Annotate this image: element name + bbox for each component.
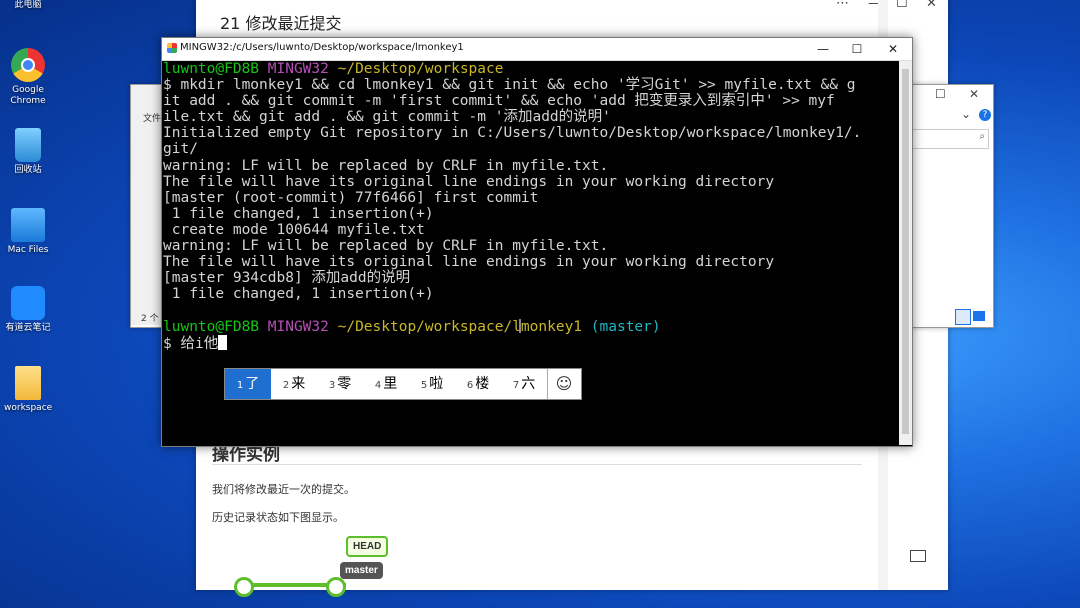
- desktop-icon-mac-files[interactable]: Mac Files: [4, 208, 52, 256]
- desktop-icon-label: workspace: [4, 403, 53, 413]
- desktop-icon-chrome[interactable]: Google Chrome: [4, 48, 52, 107]
- terminal-line: 1 file changed, 1 insertion(+): [163, 286, 434, 303]
- terminal-line: The file will have its original line end…: [163, 254, 775, 271]
- prompt-user: luwnto@FD8B: [163, 318, 260, 335]
- ime-candidate-1[interactable]: 1了: [225, 369, 271, 399]
- page-title: 21 修改最近提交: [220, 14, 342, 33]
- ime-candidate-3[interactable]: 3零: [317, 369, 363, 399]
- text-cursor: [218, 334, 228, 350]
- more-icon[interactable]: ⋯: [836, 0, 849, 11]
- paragraph: 我们将修改最近一次的提交。: [212, 483, 355, 496]
- ime-candidate-5[interactable]: 5啦: [409, 369, 455, 399]
- desktop-icon-label: 回收站: [14, 165, 42, 175]
- prompt-env: MINGW32: [267, 61, 329, 77]
- close-icon[interactable]: ✕: [926, 0, 937, 11]
- desktop-icon-youdao-note[interactable]: 有道云笔记: [4, 286, 52, 334]
- prompt-env: MINGW32: [267, 318, 329, 335]
- chrome-icon: [11, 48, 45, 82]
- search-icon: ⌕: [979, 131, 985, 142]
- prompt-path: ~/Desktop/workspace/lmonkey1: [337, 318, 583, 335]
- desktop-icon-label: 有道云笔记: [5, 323, 51, 333]
- folder-icon: [11, 208, 45, 242]
- terminal-line: warning: LF will be replaced by CRLF in …: [163, 238, 609, 255]
- mouse-ibeam-cursor: [519, 319, 521, 333]
- terminal-line: ile.txt && git add . && git commit -m '添…: [163, 109, 611, 126]
- maximize-icon[interactable]: ☐: [935, 87, 946, 101]
- folder-icon: [15, 366, 41, 400]
- master-badge: master: [340, 562, 383, 579]
- terminal-line: 1 file changed, 1 insertion(+): [163, 205, 434, 222]
- desktop-icon-recycle-bin[interactable]: 回收站: [4, 128, 52, 176]
- divider: [212, 464, 862, 465]
- head-badge: HEAD: [346, 536, 389, 557]
- paragraph: 历史记录状态如下图显示。: [212, 511, 344, 524]
- prompt-path: ~/Desktop/workspace: [337, 61, 504, 77]
- explorer-menu-file[interactable]: 文件: [143, 111, 161, 124]
- prompt-branch: (master): [590, 318, 661, 335]
- window-square-icon[interactable]: [910, 550, 926, 562]
- ime-candidate-7[interactable]: 7六: [501, 369, 547, 399]
- terminal-line: it add . && git commit -m 'first commit'…: [163, 93, 835, 110]
- input-prefix: $: [163, 335, 181, 352]
- ime-candidate-6[interactable]: 6楼: [455, 369, 501, 399]
- close-icon[interactable]: ✕: [969, 87, 979, 101]
- ime-candidate-4[interactable]: 4里: [363, 369, 409, 399]
- maximize-icon[interactable]: ☐: [896, 0, 908, 11]
- help-icon[interactable]: ?: [979, 109, 991, 121]
- details-view-icon[interactable]: [955, 309, 971, 325]
- ime-candidate-2[interactable]: 2来: [271, 369, 317, 399]
- emoji-icon[interactable]: ☺: [547, 369, 580, 399]
- desktop-icon-label: Mac Files: [7, 245, 49, 255]
- terminal-title: MINGW32:/c/Users/luwnto/Desktop/workspac…: [180, 42, 464, 53]
- terminal-scrollbar[interactable]: [899, 61, 912, 445]
- explorer-search-input[interactable]: ⌕: [911, 129, 989, 149]
- maximize-button[interactable]: ☐: [842, 40, 872, 58]
- chevron-down-icon[interactable]: ⌄: [961, 107, 971, 121]
- desktop-icon-workspace[interactable]: workspace: [4, 366, 52, 414]
- commit-node: [326, 577, 346, 597]
- prompt-user: luwnto@FD8B: [163, 61, 260, 77]
- terminal-line: $ mkdir lmonkey1 && cd lmonkey1 && git i…: [163, 77, 856, 94]
- tiles-view-icon[interactable]: [973, 311, 985, 321]
- terminal-line: warning: LF will be replaced by CRLF in …: [163, 157, 609, 174]
- terminal-line: [master 934cdb8] 添加add的说明: [163, 270, 411, 287]
- desktop-icon-label: 此电脑: [14, 0, 42, 10]
- terminal-line: The file will have its original line end…: [163, 173, 775, 190]
- close-button[interactable]: ✕: [878, 40, 908, 58]
- terminal-line: create mode 100644 myfile.txt: [163, 221, 425, 238]
- ime-candidate-bar: 1了 2来 3零 4里 5啦 6楼 7六 ☺: [224, 368, 582, 400]
- terminal-line: git/: [163, 141, 198, 158]
- explorer-status: 2 个: [141, 314, 159, 324]
- scrollbar-thumb[interactable]: [902, 69, 909, 434]
- desktop-icon-this-pc[interactable]: 此电脑: [4, 0, 52, 11]
- terminal-input[interactable]: 给i他: [180, 336, 218, 352]
- minimize-button[interactable]: —: [808, 40, 838, 58]
- mingw-icon: [167, 43, 177, 53]
- terminal-line: [master (root-commit) 77f6466] first com…: [163, 189, 539, 206]
- desktop-icon-label: Google Chrome: [10, 85, 46, 106]
- terminal-line: Initialized empty Git repository in C:/U…: [163, 125, 862, 142]
- note-app-icon: [11, 286, 45, 320]
- terminal-titlebar[interactable]: MINGW32:/c/Users/luwnto/Desktop/workspac…: [162, 38, 912, 61]
- recycle-bin-icon: [15, 128, 41, 162]
- commit-node: [234, 577, 254, 597]
